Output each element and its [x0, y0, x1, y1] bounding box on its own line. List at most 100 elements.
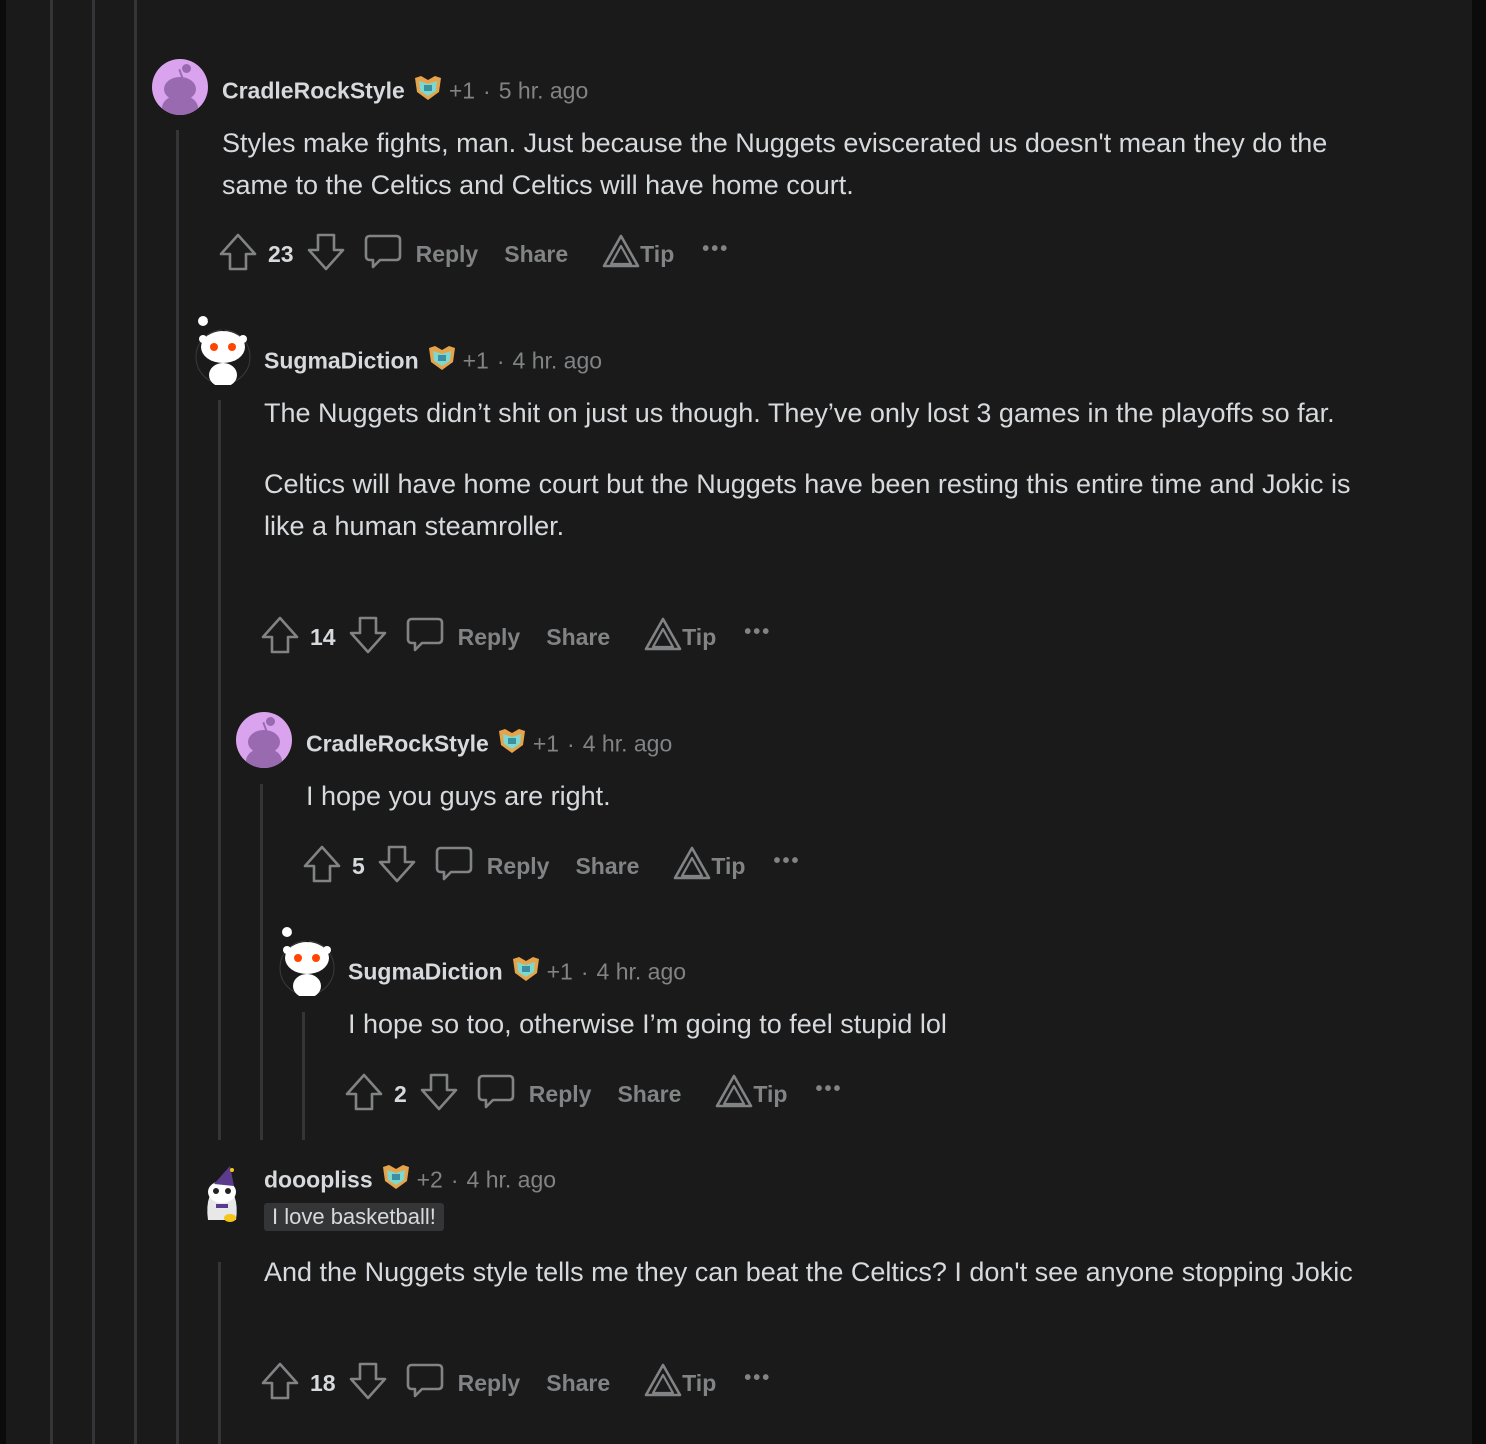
- upvote-icon[interactable]: [218, 232, 258, 277]
- thread-line[interactable]: [260, 784, 263, 1140]
- tip-button[interactable]: Tip: [673, 846, 745, 886]
- reply-label: Reply: [457, 623, 521, 650]
- comment-meta: dooopliss +2 · 4 hr. ago: [264, 1163, 556, 1193]
- thread-line[interactable]: [218, 1262, 221, 1444]
- achievement-badge-icon[interactable]: [413, 74, 443, 110]
- vote-count: 2: [394, 1080, 407, 1107]
- comment-paragraph: Styles make fights, man. Just because th…: [222, 128, 1328, 200]
- thread-line[interactable]: [92, 0, 95, 1444]
- timestamp[interactable]: 4 hr. ago: [597, 959, 687, 985]
- vote-count: 5: [352, 852, 365, 879]
- thread-line[interactable]: [218, 400, 221, 1140]
- achievement-badge-icon[interactable]: [381, 1163, 411, 1199]
- timestamp[interactable]: 4 hr. ago: [467, 1167, 557, 1193]
- thread-line[interactable]: [176, 130, 179, 1444]
- username[interactable]: SugmaDiction: [264, 348, 419, 374]
- username[interactable]: CradleRockStyle: [306, 731, 489, 757]
- reply-label: Reply: [457, 1369, 521, 1396]
- comment-actions: 2 Reply Share Tip •••: [344, 1072, 842, 1117]
- karma-delta: +1: [546, 958, 573, 985]
- comment-actions: 18 Reply Share Tip •••: [260, 1361, 771, 1406]
- separator: ·: [450, 1166, 459, 1193]
- comment-body: Styles make fights, man. Just because th…: [222, 122, 1392, 235]
- thread-line[interactable]: [302, 1012, 305, 1140]
- comment-body: I hope you guys are right.: [306, 775, 1396, 846]
- upvote-icon[interactable]: [302, 844, 342, 889]
- comment-body: I hope so too, otherwise I’m going to fe…: [348, 1003, 1398, 1074]
- share-label: Share: [575, 852, 640, 879]
- tip-button[interactable]: Tip: [644, 1363, 716, 1403]
- thread-line[interactable]: [50, 0, 53, 1444]
- achievement-badge-icon[interactable]: [511, 955, 541, 991]
- share-button[interactable]: Share: [617, 1081, 681, 1108]
- timestamp[interactable]: 4 hr. ago: [583, 731, 673, 757]
- separator: ·: [483, 77, 491, 104]
- tip-triangle-icon: [673, 846, 711, 886]
- downvote-icon[interactable]: [348, 1361, 388, 1406]
- share-button[interactable]: Share: [546, 624, 610, 651]
- comment-paragraph: And the Nuggets style tells me they can …: [264, 1257, 1353, 1287]
- downvote-icon[interactable]: [419, 1072, 459, 1117]
- comment-bubble-icon: [477, 1072, 515, 1116]
- reply-button[interactable]: Reply: [406, 1361, 521, 1405]
- username[interactable]: SugmaDiction: [348, 959, 503, 985]
- achievement-badge-icon[interactable]: [427, 344, 457, 380]
- avatar[interactable]: [236, 712, 292, 768]
- user-flair: I love basketball!: [264, 1203, 444, 1231]
- tip-button[interactable]: Tip: [644, 617, 716, 657]
- downvote-icon[interactable]: [348, 615, 388, 660]
- timestamp[interactable]: 4 hr. ago: [513, 348, 603, 374]
- comment-meta: CradleRockStyle +1 · 5 hr. ago: [222, 74, 588, 104]
- username[interactable]: CradleRockStyle: [222, 78, 405, 104]
- more-options-icon[interactable]: •••: [815, 1078, 842, 1101]
- reply-label: Reply: [486, 852, 550, 879]
- share-button[interactable]: Share: [504, 241, 568, 268]
- share-button[interactable]: Share: [546, 1370, 610, 1397]
- comment-bubble-icon: [406, 1361, 444, 1405]
- avatar[interactable]: [193, 313, 253, 387]
- tip-triangle-icon: [602, 234, 640, 274]
- more-options-icon[interactable]: •••: [702, 238, 729, 261]
- tip-button[interactable]: Tip: [715, 1074, 787, 1114]
- comment-bubble-icon: [406, 615, 444, 659]
- more-options-icon[interactable]: •••: [773, 850, 800, 873]
- reply-button[interactable]: Reply: [477, 1072, 591, 1116]
- comment-body: And the Nuggets style tells me they can …: [264, 1251, 1394, 1322]
- karma-delta: +1: [532, 730, 560, 757]
- username[interactable]: dooopliss: [264, 1167, 373, 1193]
- tip-button[interactable]: Tip: [602, 234, 674, 274]
- vote-count: 23: [268, 240, 294, 267]
- timestamp[interactable]: 5 hr. ago: [499, 78, 589, 104]
- reply-button[interactable]: Reply: [364, 232, 478, 276]
- comment-paragraph: I hope you guys are right.: [306, 781, 611, 811]
- comment-bubble-icon: [435, 844, 473, 888]
- avatar[interactable]: [194, 1162, 250, 1224]
- share-button[interactable]: Share: [575, 853, 639, 880]
- thread-line[interactable]: [134, 0, 137, 1444]
- vote-count: 18: [310, 1369, 336, 1396]
- karma-delta: +1: [462, 347, 489, 374]
- share-label: Share: [504, 240, 569, 267]
- upvote-icon[interactable]: [260, 615, 300, 660]
- vote-count: 14: [310, 623, 336, 650]
- downvote-icon[interactable]: [306, 232, 346, 277]
- upvote-icon[interactable]: [260, 1361, 300, 1406]
- reply-button[interactable]: Reply: [406, 615, 521, 659]
- separator: ·: [567, 730, 575, 757]
- downvote-icon[interactable]: [377, 844, 417, 889]
- karma-delta: +2: [416, 1166, 443, 1193]
- reply-button[interactable]: Reply: [435, 844, 550, 888]
- achievement-badge-icon[interactable]: [497, 727, 527, 763]
- karma-delta: +1: [448, 77, 476, 104]
- more-options-icon[interactable]: •••: [744, 621, 771, 644]
- tip-label: Tip: [753, 1080, 788, 1107]
- tip-label: Tip: [711, 852, 746, 879]
- upvote-icon[interactable]: [344, 1072, 384, 1117]
- tip-label: Tip: [682, 1369, 717, 1396]
- more-options-icon[interactable]: •••: [744, 1367, 771, 1390]
- avatar[interactable]: [152, 59, 208, 115]
- separator: ·: [580, 958, 589, 985]
- avatar[interactable]: [277, 924, 337, 998]
- tip-triangle-icon: [644, 617, 682, 657]
- comment-actions: 23 Reply Share Tip •••: [218, 232, 729, 277]
